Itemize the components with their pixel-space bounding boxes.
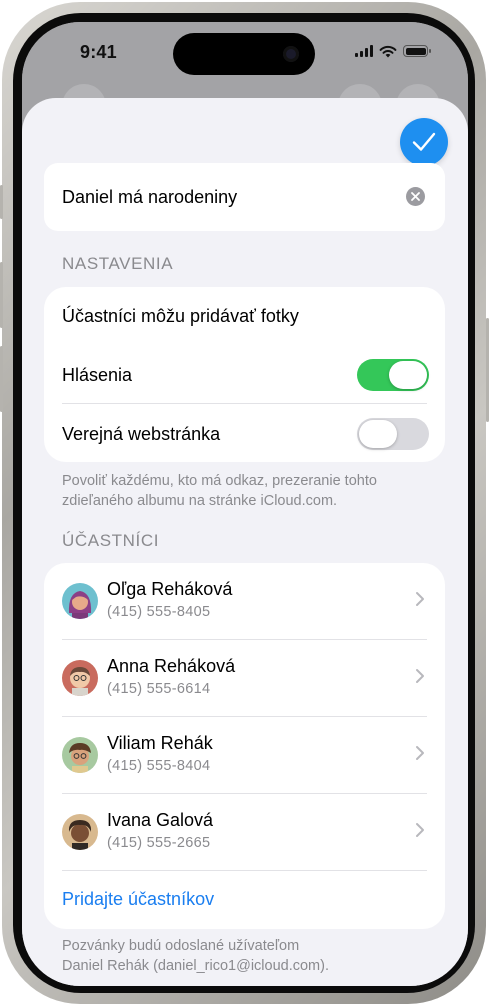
participant-phone: (415) 555-2665 [107, 835, 211, 851]
participant-row[interactable]: Viliam Rehák (415) 555-8404 [44, 717, 445, 793]
screen: 9:41 Daniel má narodeniny NASTAVENIA Úča… [22, 22, 468, 986]
signal-icon [355, 45, 373, 57]
clear-text-button[interactable] [406, 187, 425, 206]
invite-note-line-2: Daniel Rehák (daniel_rico1@icloud.com). [62, 958, 329, 974]
avatar [62, 814, 98, 850]
participant-phone: (415) 555-6614 [107, 681, 211, 697]
camera-icon [283, 46, 299, 62]
participant-phone: (415) 555-8404 [107, 758, 211, 774]
divider [62, 403, 427, 404]
status-time: 9:41 [80, 42, 117, 62]
invite-note: Pozvánky budú odoslané užívateľom Daniel… [62, 936, 432, 976]
avatar [62, 660, 98, 696]
avatar [62, 737, 98, 773]
status-bar: 9:41 [22, 22, 468, 86]
checkmark-icon [412, 132, 436, 151]
side-button-left-3 [0, 346, 3, 412]
side-button-left-2 [0, 262, 3, 328]
notifications-toggle[interactable] [357, 359, 429, 391]
done-button[interactable] [400, 118, 448, 166]
public-website-toggle[interactable] [357, 418, 429, 450]
avatar [62, 583, 98, 619]
chevron-right-icon [416, 592, 424, 606]
clear-icon [411, 192, 420, 201]
participant-name: Anna Reháková [107, 656, 236, 676]
participants-header: ÚČASTNÍCI [62, 531, 160, 550]
participant-name: Oľga Reháková [107, 579, 233, 599]
public-website-footnote: Povoliť každému, kto má odkaz, prezerani… [62, 473, 377, 509]
participant-row[interactable]: Anna Reháková (415) 555-6614 [44, 640, 445, 716]
battery-icon [403, 45, 431, 57]
dynamic-island [173, 33, 315, 75]
setting-label: Účastníci môžu pridávať fotky [62, 306, 299, 326]
invite-note-line-1: Pozvánky budú odoslané užívateľom [62, 938, 300, 954]
setting-subscribers-can-post[interactable]: Účastníci môžu pridávať fotky [62, 306, 427, 327]
chevron-right-icon [416, 823, 424, 837]
participant-name: Viliam Rehák [107, 733, 213, 753]
album-title-field[interactable]: Daniel má narodeniny [44, 163, 445, 231]
participant-phone: (415) 555-8405 [107, 604, 211, 620]
participants-card: Oľga Reháková (415) 555-8405 Anna Reháko… [44, 563, 445, 929]
status-icons [355, 44, 431, 58]
chevron-right-icon [416, 669, 424, 683]
participant-name: Ivana Galová [107, 810, 214, 830]
wifi-icon [379, 45, 397, 57]
setting-label: Verejná webstránka [62, 424, 221, 444]
settings-header: NASTAVENIA [62, 254, 174, 273]
participant-row[interactable]: Ivana Galová (415) 555-2665 [44, 794, 445, 870]
divider [62, 870, 427, 871]
participant-row[interactable]: Oľga Reháková (415) 555-8405 [44, 563, 445, 639]
add-participants-link[interactable]: Pridajte účastníkov [62, 889, 214, 910]
setting-label: Hlásenia [62, 365, 133, 385]
settings-card: Účastníci môžu pridávať fotky Hlásenia V… [44, 287, 445, 462]
chevron-right-icon [416, 746, 424, 760]
side-button-left-1 [0, 185, 3, 219]
album-title-text: Daniel má narodeniny [62, 187, 238, 207]
